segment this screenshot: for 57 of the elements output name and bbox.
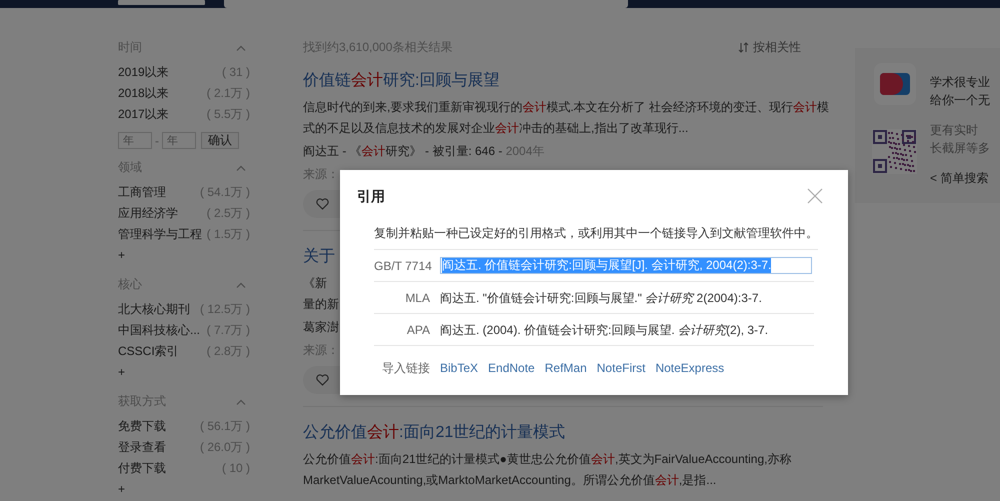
dialog-title: 引用 [357,186,385,206]
filter-option[interactable]: 付费下载 [118,458,166,479]
dialog-description: 复制并粘贴一种已设定好的引用格式，或利用其中一个链接导入到文献管理软件中。 [374,225,818,250]
citation-format-label: GB/T 7714 [374,258,430,274]
filter-option[interactable]: 2019以来 [118,62,169,83]
result-meta-text: 葛家澍 [303,319,339,336]
result-title-link[interactable]: 价值链会计研究:回顾与展望 [303,69,500,93]
heart-icon [316,374,329,386]
filter-option[interactable]: 工商管理 [118,182,166,203]
qr-code-icon [872,129,917,174]
abstract-text: 公允价值会计:面向21世纪的计量模式●黄世忠公允价值会计,英文为FairValueAccounting,亦称 [303,451,792,468]
promo-subtext: 长截屏等多 [930,140,990,157]
promo-text: 给你一个无 [930,92,990,109]
filter-option[interactable]: 管理科学与工程 [118,224,202,245]
year-to-field[interactable]: 年 [162,132,196,149]
abstract-text: 式的不足以及信息技术的发展对企业会计冲击的基础上,指出了改革现行... [303,120,688,137]
close-icon [807,188,823,204]
filter-option[interactable]: 登录查看 [118,437,166,458]
search-field[interactable] [224,0,628,8]
citation-text: 阎达五. (2004). 价值链会计研究:回顾与展望. 会计研究(2), 3-7. [440,322,768,338]
filter-option[interactable]: 中国科技核心... [118,320,200,341]
import-link[interactable]: NoteExpress [655,359,724,377]
abstract-text: 《新 [303,275,327,292]
filter-option[interactable]: 北大核心期刊 [118,299,190,320]
filter-option[interactable]: CSSCI索引 [118,341,179,362]
expand-more-link[interactable]: + [118,245,126,266]
filter-option[interactable]: 2018以来 [118,83,169,104]
logo-icon [118,0,205,8]
import-label: 导入链接 [381,360,430,377]
promo-subtext: 更有实时 [930,122,979,139]
promo-text: 学术很专业 [930,74,990,91]
abstract-text: 量的新 [303,296,339,313]
result-title-link[interactable]: 公允价值会计:面向21世纪的计量模式 [303,421,566,445]
abstract-text: 信息时代的到来,要求我们重新审视现行的会计模式.本文在分析了 社会经济环境的变迁、现行会计模 [303,99,830,116]
citation-field[interactable]: 阎达五. 价值链会计研究:回顾与展望[J]. 会计研究, 2004(2):3-7. [440,257,812,274]
range-separator: - [155,132,159,150]
import-link[interactable]: BibTeX [440,359,478,377]
import-link[interactable]: NoteFirst [596,359,646,377]
expand-more-link[interactable]: + [118,362,126,383]
abstract-text: MarketValueAcounting,或MarktoMarketAccounting。所谓公允价值会计,是指... [303,472,716,489]
app-icon [880,73,910,95]
confirm-button[interactable]: 确认 [201,132,239,149]
filter-option[interactable]: 免费下载 [118,416,166,437]
expand-more-link[interactable]: + [118,479,126,500]
filter-option[interactable]: 2017以来 [118,104,169,125]
citation-format-label: APA [406,322,430,338]
sort-link[interactable]: 按相关性 [738,38,801,56]
import-link[interactable]: EndNote [488,359,535,377]
filter-option[interactable]: 应用经济学 [118,203,178,224]
citation-text: 阎达五. "价值链会计研究:回顾与展望." 会计研究 2(2004):3-7. [440,290,762,306]
result-title-link[interactable]: 关于 [303,245,335,269]
heart-icon [316,198,329,210]
year-from-field[interactable]: 年 [118,132,152,149]
import-link[interactable]: RefMan [544,359,587,377]
sort-icon [738,42,749,52]
simple-search-link[interactable]: < 简单搜索 [930,169,988,187]
citation-format-label: MLA [404,290,430,306]
